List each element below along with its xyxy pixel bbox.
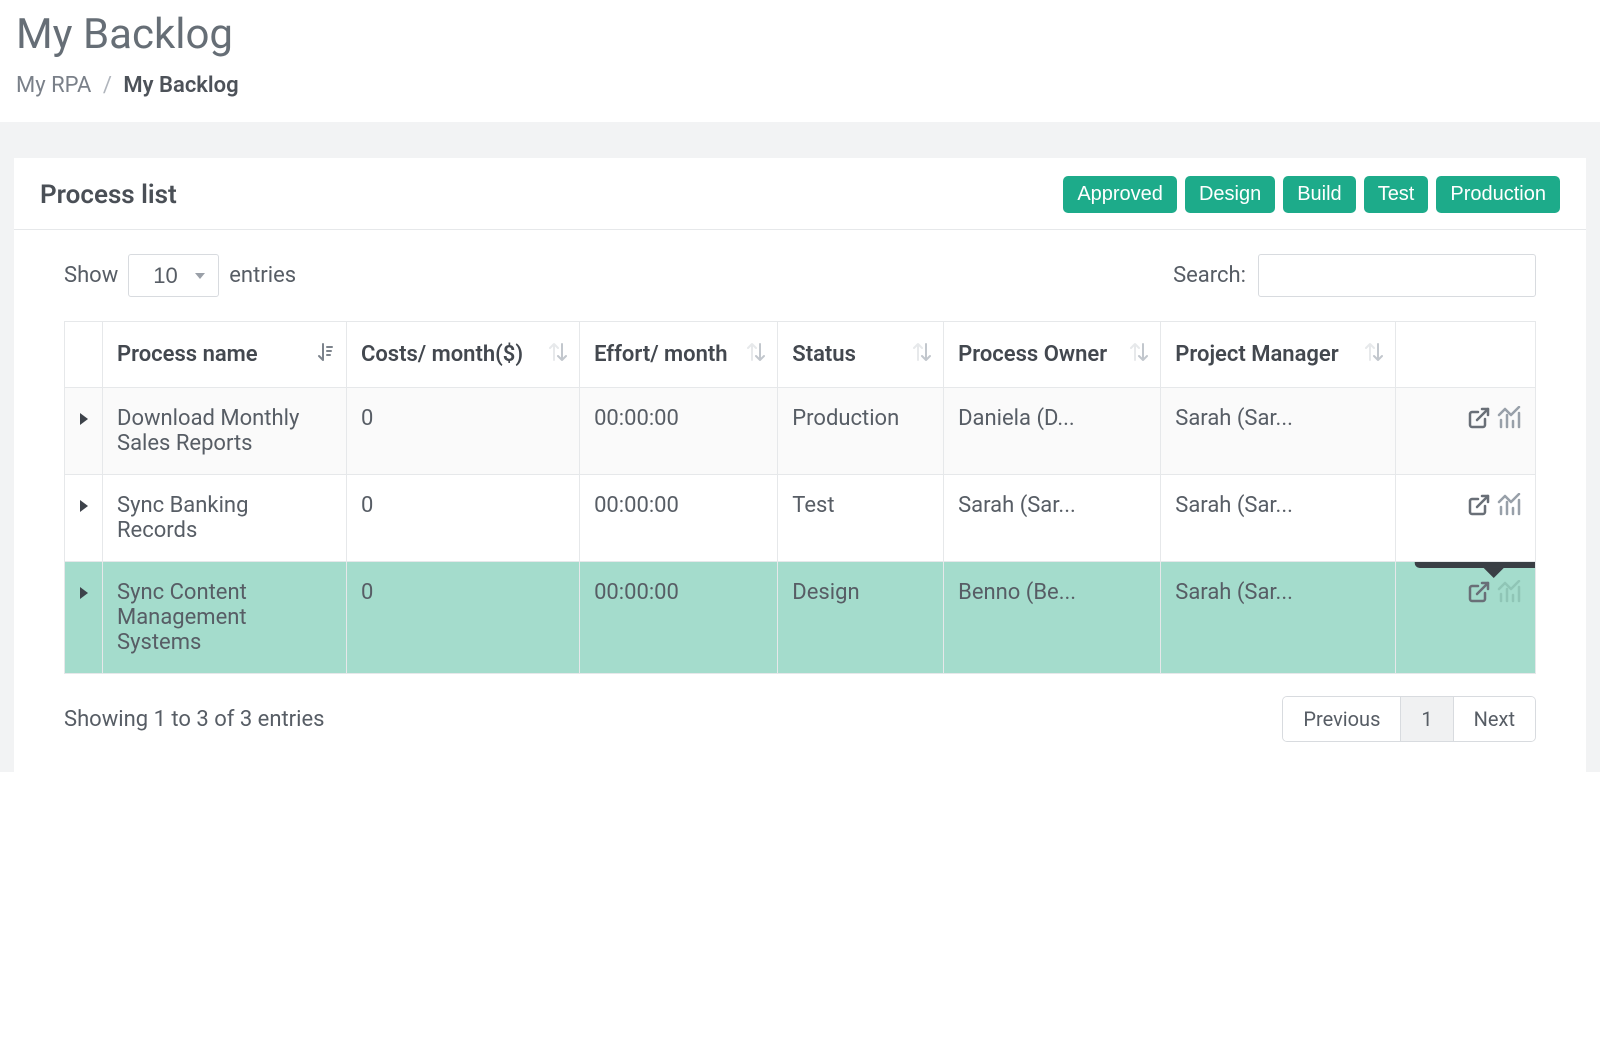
cell-process-name: Download Monthly Sales Reports xyxy=(103,388,347,475)
cell-pm: Sarah (Sar... xyxy=(1161,388,1396,475)
chart-icon[interactable] xyxy=(1497,580,1521,604)
col-effort[interactable]: Effort/ month xyxy=(580,322,778,388)
sort-icon xyxy=(1365,342,1383,368)
col-actions xyxy=(1396,322,1536,388)
status-filter-test[interactable]: Test xyxy=(1364,176,1429,213)
cell-owner: Sarah (Sar... xyxy=(944,475,1161,562)
cell-costs: 0 xyxy=(346,562,579,674)
page-title: My Backlog xyxy=(16,10,1584,59)
open-process-icon[interactable] xyxy=(1467,580,1491,604)
cell-actions: Open process xyxy=(1396,562,1536,674)
sort-icon xyxy=(549,342,567,368)
process-table: Process name Costs/ month($) xyxy=(64,321,1536,674)
status-filter-production[interactable]: Production xyxy=(1436,176,1560,213)
length-control: Show 10 entries xyxy=(64,254,296,297)
cell-status: Production xyxy=(778,388,944,475)
pagination: Previous 1 Next xyxy=(1282,696,1536,742)
status-filter-build[interactable]: Build xyxy=(1283,176,1355,213)
breadcrumb-separator: / xyxy=(103,73,112,98)
pagination-page-1[interactable]: 1 xyxy=(1401,697,1453,741)
sort-icon xyxy=(913,342,931,368)
pagination-previous[interactable]: Previous xyxy=(1283,697,1401,741)
cell-costs: 0 xyxy=(346,388,579,475)
cell-effort: 00:00:00 xyxy=(580,388,778,475)
entries-label: entries xyxy=(229,263,296,288)
chart-icon[interactable] xyxy=(1497,493,1521,517)
search-label: Search: xyxy=(1173,263,1246,288)
table-row: Download Monthly Sales Reports000:00:00P… xyxy=(65,388,1536,475)
open-process-icon[interactable] xyxy=(1467,493,1491,517)
col-pm[interactable]: Project Manager xyxy=(1161,322,1396,388)
cell-costs: 0 xyxy=(346,475,579,562)
col-costs[interactable]: Costs/ month($) xyxy=(346,322,579,388)
sort-icon xyxy=(747,342,765,368)
status-filter-approved[interactable]: Approved xyxy=(1063,176,1177,213)
table-info: Showing 1 to 3 of 3 entries xyxy=(64,707,325,732)
breadcrumb-current: My Backlog xyxy=(123,73,238,98)
expand-toggle[interactable] xyxy=(65,388,103,475)
table-row: Sync Banking Records000:00:00TestSarah (… xyxy=(65,475,1536,562)
cell-actions xyxy=(1396,388,1536,475)
col-process-name[interactable]: Process name xyxy=(103,322,347,388)
status-filter-group: ApprovedDesignBuildTestProduction xyxy=(1063,176,1560,213)
expand-toggle[interactable] xyxy=(65,562,103,674)
cell-status: Test xyxy=(778,475,944,562)
cell-actions xyxy=(1396,475,1536,562)
breadcrumb: My RPA / My Backlog xyxy=(16,73,1584,98)
breadcrumb-parent[interactable]: My RPA xyxy=(16,73,91,98)
tooltip-open-process: Open process xyxy=(1415,562,1536,569)
cell-pm: Sarah (Sar... xyxy=(1161,562,1396,674)
cell-pm: Sarah (Sar... xyxy=(1161,475,1396,562)
cell-status: Design xyxy=(778,562,944,674)
status-filter-design[interactable]: Design xyxy=(1185,176,1275,213)
search-control: Search: xyxy=(1173,254,1536,297)
cell-process-name: Sync Content Management Systems xyxy=(103,562,347,674)
cell-process-name: Sync Banking Records xyxy=(103,475,347,562)
show-label: Show xyxy=(64,263,118,288)
entries-select[interactable]: 10 xyxy=(128,254,219,297)
caret-right-icon xyxy=(80,500,88,512)
col-owner[interactable]: Process Owner xyxy=(944,322,1161,388)
chart-icon[interactable] xyxy=(1497,406,1521,430)
search-input[interactable] xyxy=(1258,254,1536,297)
caret-right-icon xyxy=(80,587,88,599)
sort-icon xyxy=(316,342,334,368)
cell-owner: Daniela (D... xyxy=(944,388,1161,475)
cell-owner: Benno (Be... xyxy=(944,562,1161,674)
table-row: Sync Content Management Systems000:00:00… xyxy=(65,562,1536,674)
pagination-next[interactable]: Next xyxy=(1454,697,1535,741)
cell-effort: 00:00:00 xyxy=(580,562,778,674)
col-expand xyxy=(65,322,103,388)
col-status[interactable]: Status xyxy=(778,322,944,388)
card-title: Process list xyxy=(40,180,177,210)
sort-icon xyxy=(1130,342,1148,368)
expand-toggle[interactable] xyxy=(65,475,103,562)
open-process-icon[interactable] xyxy=(1467,406,1491,430)
cell-effort: 00:00:00 xyxy=(580,475,778,562)
caret-right-icon xyxy=(80,413,88,425)
